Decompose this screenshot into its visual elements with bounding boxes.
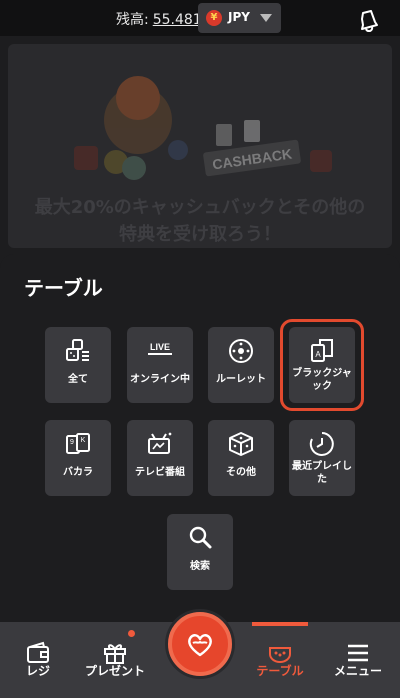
- all-games-icon: [66, 339, 89, 361]
- promo-banner[interactable]: CASHBACK 最大20%のキャッシュバックとその他の 特典を受け取ろう！: [8, 44, 392, 248]
- currency-code: JPY: [228, 10, 250, 24]
- nav-label: レジ: [25, 664, 50, 678]
- tile-label: オンライン中: [130, 374, 190, 385]
- tile-tv-shows[interactable]: テレビ番組: [127, 420, 193, 496]
- tile-label: バカラ: [63, 467, 93, 478]
- tile-baccarat[interactable]: 9 K バカラ: [45, 420, 111, 496]
- top-bar: 残高: 55.481 ¥ JPY: [0, 0, 400, 36]
- selection-highlight: [280, 319, 364, 411]
- live-badge-text: LIVE: [150, 342, 170, 352]
- tile-search[interactable]: 検索: [167, 514, 233, 590]
- nav-tables[interactable]: テーブル: [250, 622, 310, 698]
- active-tab-indicator: [252, 622, 308, 626]
- tile-recently-played[interactable]: 最近プレイした: [289, 420, 355, 496]
- bell-icon[interactable]: [356, 6, 382, 32]
- recent-clock-icon: [309, 432, 334, 456]
- home-logo-icon: [188, 634, 212, 657]
- currency-selector[interactable]: ¥ JPY: [198, 3, 281, 33]
- nav-label: テーブル: [256, 664, 304, 678]
- tile-all[interactable]: 全て: [45, 327, 111, 403]
- nav-gifts[interactable]: プレゼント: [80, 622, 150, 698]
- cashback-illustration: CASHBACK: [74, 76, 332, 180]
- tile-other[interactable]: その他: [208, 420, 274, 496]
- dice-icon: [229, 432, 253, 456]
- tile-label: テレビ番組: [135, 467, 185, 478]
- roulette-icon: [229, 339, 253, 363]
- svg-text:K: K: [81, 437, 86, 444]
- home-fab-button[interactable]: [168, 612, 232, 676]
- baccarat-cards-icon: 9 K: [66, 433, 90, 454]
- banner-title: 最大20%のキャッシュバックとその他の 特典を受け取ろう！: [34, 197, 366, 245]
- tile-roulette[interactable]: ルーレット: [208, 327, 274, 403]
- balance-display: 残高: 55.481: [116, 9, 202, 29]
- sheet-title: テーブル: [24, 276, 103, 300]
- tile-label: その他: [226, 467, 256, 478]
- chevron-down-icon: [260, 14, 272, 22]
- balance-label: 残高:: [116, 12, 149, 28]
- yen-coin-icon: ¥: [206, 10, 222, 26]
- search-icon: [189, 526, 212, 549]
- tv-show-icon: [148, 432, 172, 454]
- nav-label: メニュー: [333, 664, 382, 678]
- tile-live[interactable]: LIVE オンライン中: [127, 327, 193, 403]
- nav-cashier[interactable]: レジ: [8, 622, 68, 698]
- tile-label: ルーレット: [216, 374, 266, 385]
- tile-label: 全て: [68, 374, 88, 385]
- notification-dot: [128, 630, 135, 637]
- svg-text:9: 9: [70, 439, 74, 446]
- tile-label: 最近プレイした: [292, 461, 352, 485]
- nav-label: プレゼント: [84, 664, 145, 678]
- nav-menu[interactable]: メニュー: [326, 622, 390, 698]
- balance-value[interactable]: 55.481: [153, 12, 202, 28]
- tile-label: 検索: [190, 561, 210, 572]
- live-icon: LIVE: [148, 342, 172, 355]
